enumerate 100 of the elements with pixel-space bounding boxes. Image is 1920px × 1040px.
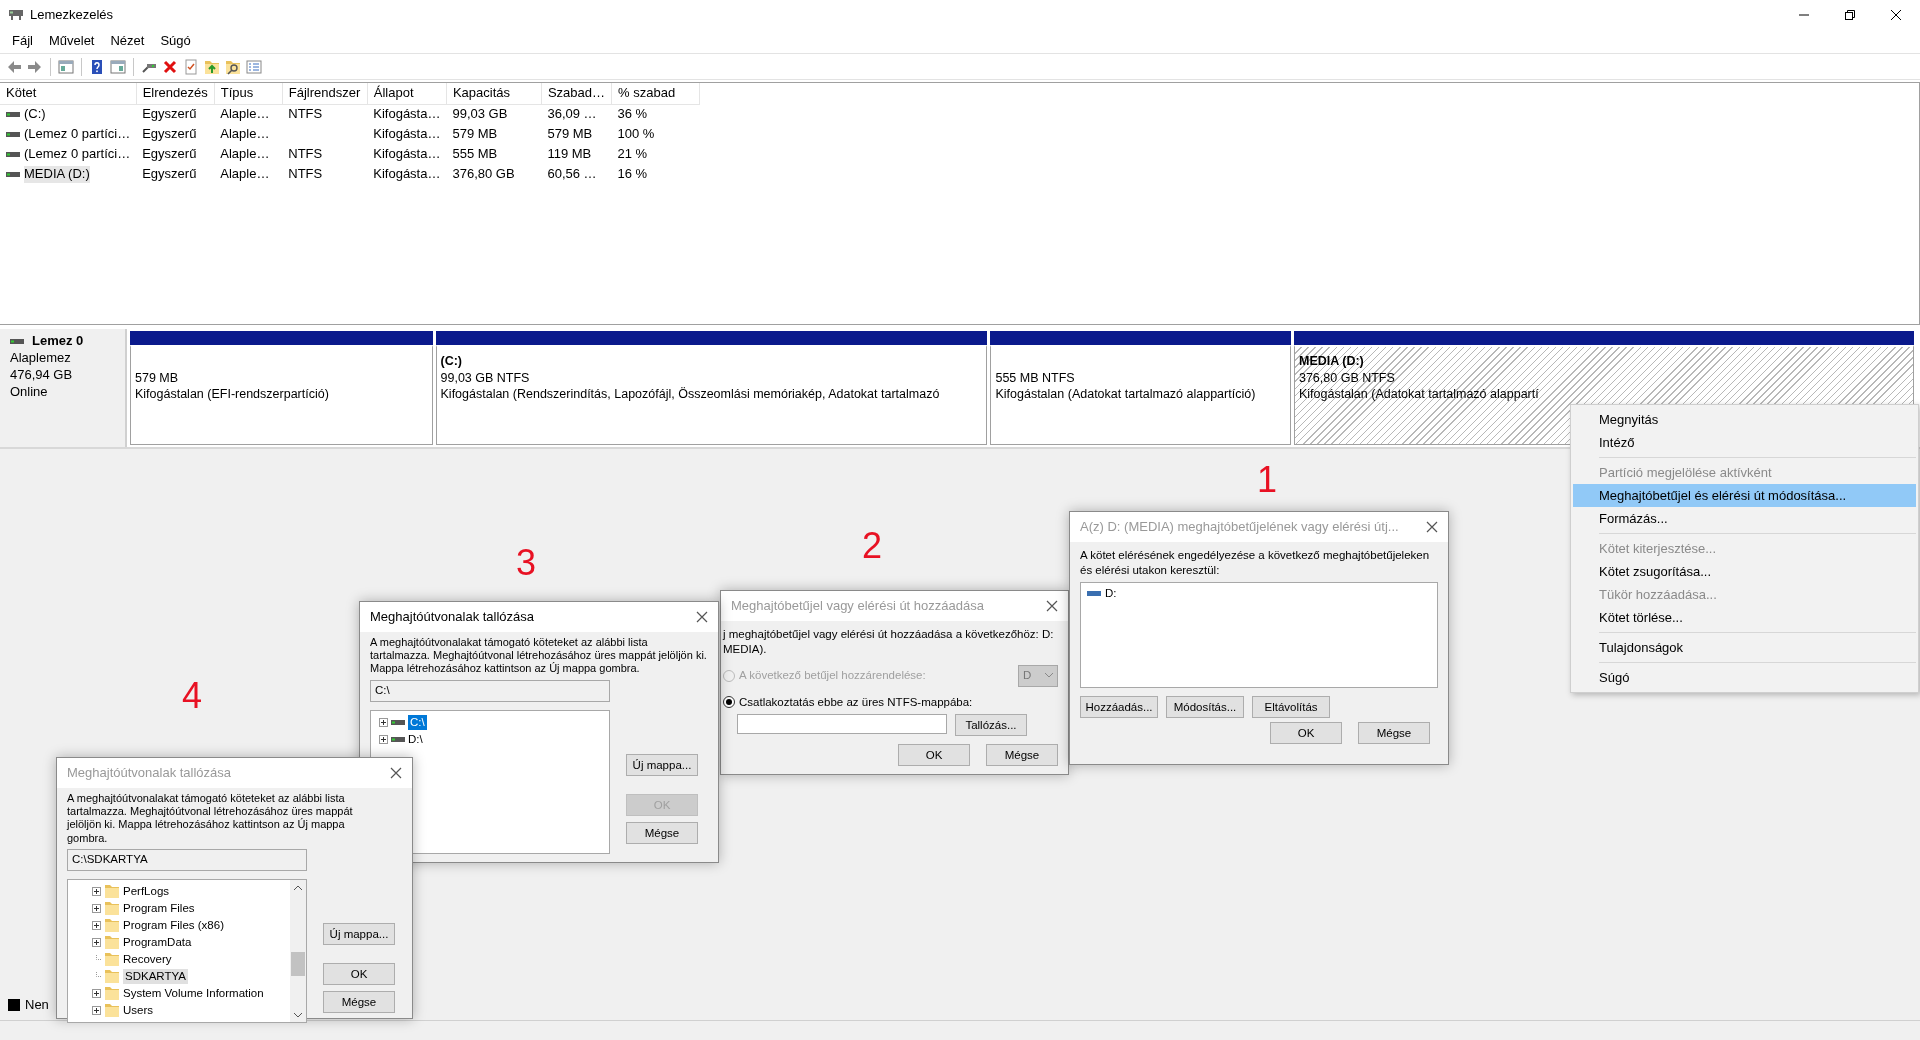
folder-icon [104, 968, 120, 985]
column-header[interactable]: Típus [214, 83, 283, 105]
partition-block[interactable]: 579 MB Kifogástalan (EFI-rendszerpartíció) [130, 345, 433, 445]
dialog-button[interactable]: Módosítás... [1166, 695, 1244, 718]
folder-up-icon[interactable] [204, 58, 220, 75]
expand-icon[interactable] [379, 734, 388, 744]
dropdown-value: D [1023, 668, 1032, 684]
radio-button[interactable] [723, 696, 735, 709]
expand-icon[interactable] [92, 988, 101, 998]
menu-item[interactable]: Tulajdonságok [1573, 636, 1916, 659]
menu-item[interactable]: Kötet törlése... [1573, 606, 1916, 629]
dialog-button[interactable]: OK [323, 962, 395, 985]
path-list[interactable]: D: [1080, 581, 1438, 688]
expand-icon[interactable] [92, 937, 101, 947]
table-cell: 60,56 … [547, 165, 597, 181]
drive-icon [10, 337, 24, 345]
menu-item[interactable]: Kötet zsugorítása... [1573, 560, 1916, 583]
delete-icon[interactable] [162, 58, 178, 75]
table-cell: 99,03 GB [452, 106, 508, 122]
instruction-text: A meghajtóútvonalakat támogató köteteket az alábbi lista tartalmazza. Meghajtóútvonal létrehozásához üres mappát jelöljön ki. Mappa létrehozásához kattintson az Új mappa gombra. [370, 636, 708, 676]
dialog-button[interactable]: OK [898, 743, 970, 766]
folder-icon [104, 951, 120, 968]
menu-item[interactable]: Nézet [102, 33, 153, 50]
path-field[interactable]: C:\SDKARTYA [67, 848, 307, 871]
partition-block[interactable]: (C:) 99,03 GB NTFS Kifogástalan (Rendszerindítás, Lapozófájl, Összeomlási memóriakép, Adatokat tartalmazó [435, 345, 988, 445]
expand-icon[interactable] [92, 903, 101, 913]
table-cell: 376,80 GB [452, 165, 515, 181]
table-cell: 36 % [617, 106, 648, 122]
column-header[interactable]: Kapacitás [446, 83, 542, 105]
menu-item[interactable]: Meghajtóbetűjel és elérési út módosítása... [1573, 484, 1916, 507]
folder-icon [104, 985, 120, 1002]
expand-icon[interactable] [92, 920, 101, 930]
close-icon[interactable] [1890, 9, 1902, 21]
dialog-button[interactable]: Mégse [626, 821, 698, 844]
chevron-icon [1045, 673, 1053, 679]
table-cell: 579 MB [452, 125, 498, 141]
step-number: 2 [862, 528, 883, 564]
dialog-button[interactable]: Mégse [1358, 721, 1430, 744]
partition-size: 579 MB [135, 370, 180, 387]
folder-input[interactable] [737, 713, 947, 734]
tree-item[interactable]: PerfLogs [123, 883, 170, 899]
dialog-button[interactable]: Hozzáadás... [1080, 695, 1158, 718]
tree-item[interactable]: D:\ [408, 731, 423, 747]
table-cell: MEDIA (D:) [24, 165, 90, 183]
table-cell: 119 MB [547, 145, 592, 161]
panel-icon[interactable] [58, 58, 74, 75]
tree-item[interactable]: System Volume Information [123, 985, 264, 1001]
folder-search-icon[interactable] [225, 58, 241, 75]
path-field[interactable]: C:\ [370, 679, 610, 702]
menu-item[interactable]: Súgó [1573, 666, 1916, 689]
tree-item[interactable]: C:\ [408, 714, 427, 730]
forward-arrow-icon[interactable] [27, 58, 43, 75]
dialog-button[interactable]: Mégse [986, 743, 1058, 766]
table-cell: (Lemez 0 partíci… [24, 145, 131, 163]
column-header[interactable]: Fájlrendszer [282, 83, 368, 105]
tree-item[interactable]: Recovery [123, 951, 172, 967]
close-icon[interactable] [1046, 600, 1058, 612]
close-icon[interactable] [696, 611, 708, 623]
help-icon[interactable] [89, 58, 105, 75]
close-icon[interactable] [1426, 521, 1438, 533]
menu-item[interactable]: Művelet [40, 33, 103, 50]
expand-icon[interactable] [92, 886, 101, 896]
menu-item[interactable]: Fájl [4, 33, 41, 50]
menu-item[interactable]: Formázás... [1573, 507, 1916, 530]
column-header[interactable]: Állapot [367, 83, 447, 105]
dialog-button[interactable]: Új mappa... [626, 753, 698, 776]
table-cell: Alaple… [220, 145, 270, 161]
table-cell: NTFS [288, 145, 323, 161]
partition-block[interactable]: 555 MB NTFS Kifogástalan (Adatokat tartalmazó alappartíció) [990, 345, 1291, 445]
column-header[interactable]: % szabad [611, 83, 700, 105]
column-header[interactable]: Szabad… [541, 83, 612, 105]
tree-item[interactable]: SDKARTYA [123, 968, 188, 984]
list-item[interactable]: D: [1105, 585, 1117, 601]
tree-item[interactable]: ProgramData [123, 934, 192, 950]
dialog-title: Meghajtóútvonalak tallózása [67, 764, 232, 782]
dialog-button[interactable]: OK [1270, 721, 1342, 744]
expand-icon[interactable] [379, 717, 388, 727]
step-number: 3 [516, 545, 537, 581]
dialog-button[interactable]: Új mappa... [323, 922, 395, 945]
checklist-icon[interactable] [183, 58, 199, 75]
menu-item[interactable]: Súgó [152, 33, 199, 50]
restore-icon[interactable] [1844, 9, 1856, 21]
tree-item[interactable]: Program Files [123, 900, 195, 916]
panel-icon[interactable] [110, 58, 126, 75]
menu-item[interactable]: Megnyitás [1573, 408, 1916, 431]
drive-icon [391, 718, 405, 726]
column-header[interactable]: Elrendezés [136, 83, 215, 105]
dialog-button[interactable]: Tallózás... [955, 713, 1027, 736]
dialog-button[interactable]: Mégse [323, 990, 395, 1013]
dialog-button[interactable]: Eltávolítás [1252, 695, 1330, 718]
close-icon[interactable] [390, 767, 402, 779]
tree-item[interactable]: Program Files (x86) [123, 917, 224, 933]
folder-tree[interactable]: PerfLogs Program Files Program Files (x86) ProgramData Recovery SDKARTYA System Volume Information Users [67, 878, 307, 1023]
step-number: 4 [182, 678, 203, 714]
column-header[interactable]: Kötet [0, 83, 137, 105]
partition-label: (C:) [440, 354, 463, 368]
tree-item[interactable]: Users [123, 1002, 154, 1018]
expand-icon[interactable] [92, 1005, 101, 1015]
table-cell: 36,09 … [547, 106, 597, 122]
table-cell: (Lemez 0 partíci… [24, 125, 131, 143]
